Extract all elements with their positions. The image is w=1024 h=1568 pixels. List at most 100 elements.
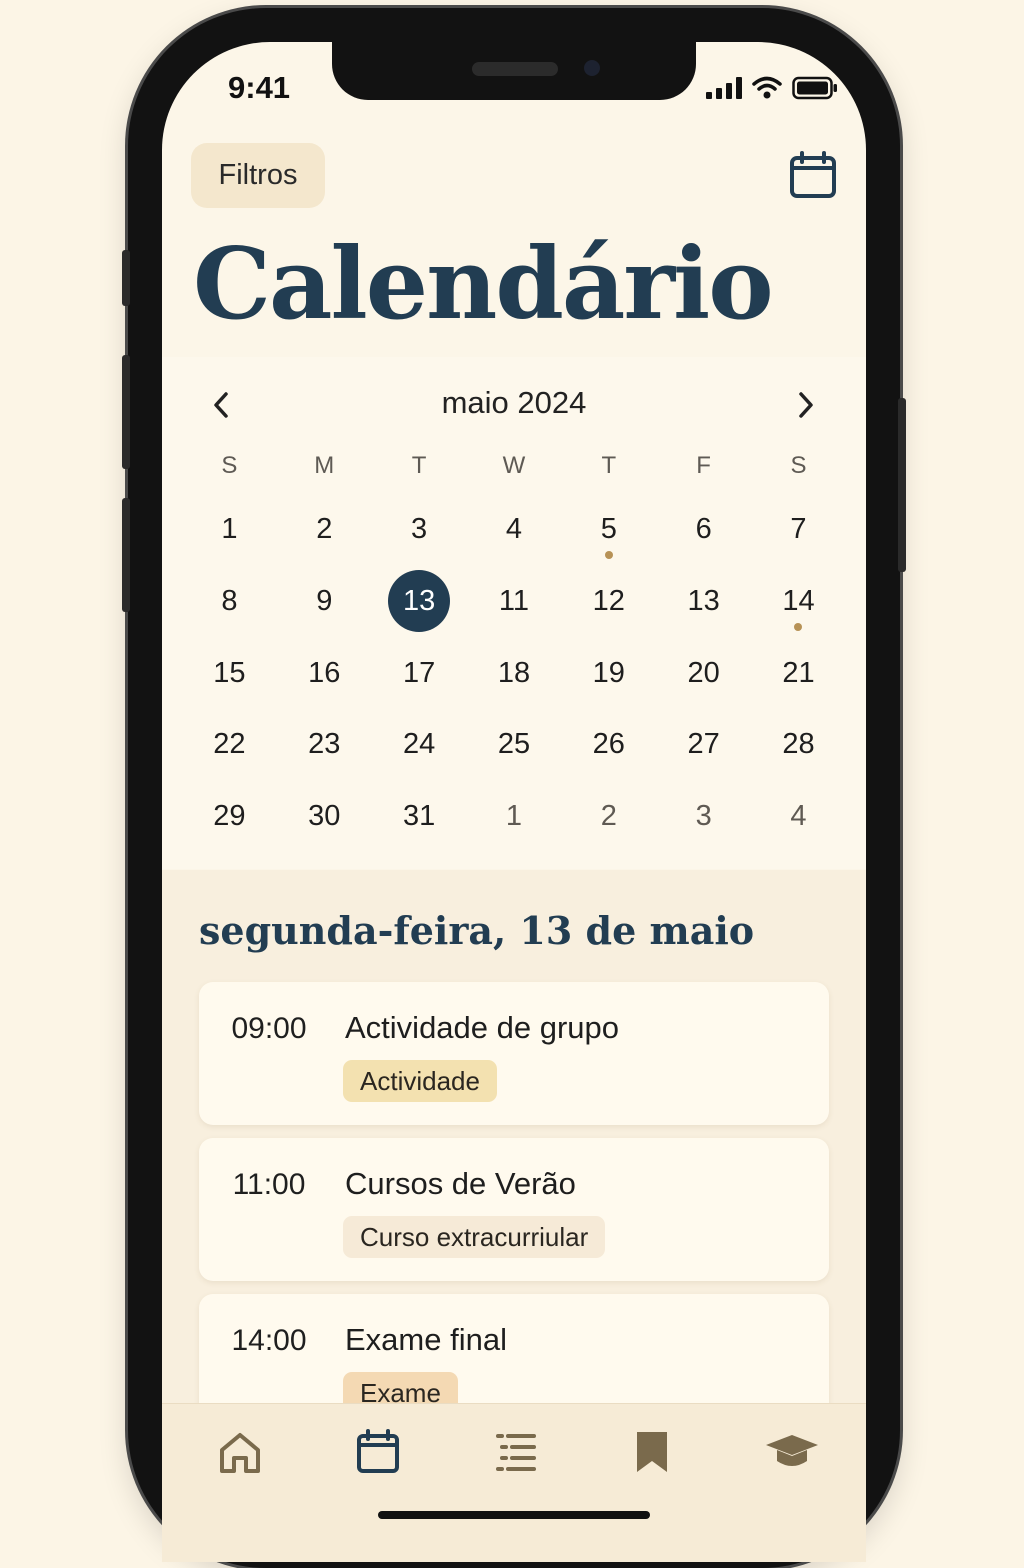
calendar-day[interactable]: 1 [467, 786, 562, 846]
event-tag: Curso extracurriular [343, 1216, 606, 1258]
tab-bookmarks[interactable] [628, 1429, 676, 1475]
event-card[interactable]: 09:00 Actividade de grupo Actividade [199, 982, 829, 1125]
filters-button[interactable]: Filtros [191, 143, 325, 208]
calendar-day[interactable]: 26 [561, 714, 656, 774]
calendar-day[interactable]: 5 [561, 499, 656, 559]
weekday-header: S M T W T F S [182, 452, 846, 480]
calendar-day[interactable]: 1 [182, 499, 277, 559]
event-time: 09:00 [231, 1012, 307, 1045]
calendar-week-row: 29 30 31 1 2 3 4 [182, 786, 846, 846]
selected-day-heading: segunda-feira, 13 de maio [199, 908, 755, 953]
calendar-day[interactable]: 2 [277, 499, 372, 559]
calendar-day[interactable]: 22 [182, 714, 277, 774]
day-number: 18 [497, 657, 531, 689]
event-time: 11:00 [232, 1168, 306, 1201]
event-title: Cursos de Verão [345, 1166, 576, 1201]
calendar-day[interactable]: 6 [656, 499, 751, 559]
chevron-right-icon[interactable] [786, 387, 826, 423]
calendar-day[interactable]: 28 [751, 714, 846, 774]
events-section: segunda-feira, 13 de maio 09:00 Activida… [162, 870, 866, 1437]
day-number: 26 [592, 728, 625, 760]
calendar-day[interactable]: 3 [656, 786, 751, 846]
calendar-day[interactable]: 9 [277, 571, 372, 631]
calendar-day[interactable]: 12 [561, 571, 656, 631]
calendar-day[interactable]: 16 [277, 643, 372, 703]
tab-bar [162, 1403, 866, 1562]
battery-icon [792, 76, 837, 100]
calendar-day[interactable]: 20 [656, 643, 751, 703]
calendar-day[interactable]: 11 [467, 571, 562, 631]
calendar-day[interactable]: 14 [751, 571, 846, 631]
day-number: 1 [221, 513, 238, 545]
calendar-day[interactable]: 4 [467, 499, 562, 559]
day-number: 28 [782, 728, 815, 760]
tab-calendar[interactable] [354, 1429, 402, 1475]
calendar-day-selected[interactable]: 13 [372, 570, 467, 632]
event-dot [794, 623, 803, 631]
day-number: 8 [221, 585, 238, 617]
calendar-day[interactable]: 15 [182, 643, 277, 703]
speaker [472, 62, 558, 76]
day-number: 2 [600, 800, 617, 832]
calendar-icon [357, 1429, 399, 1473]
status-time: 9:41 [228, 70, 291, 105]
day-number: 13 [388, 570, 451, 632]
tab-courses[interactable] [764, 1429, 820, 1475]
day-number: 16 [308, 657, 341, 689]
calendar-day[interactable]: 8 [182, 571, 277, 631]
calendar-day[interactable]: 3 [372, 499, 467, 559]
weekday-label: T [601, 452, 617, 479]
weekday-label: F [696, 452, 711, 479]
screen: 9:41 Filtros Calendário maio 2024 S M T … [162, 42, 866, 1562]
calendar-day[interactable]: 18 [467, 643, 562, 703]
calendar-day[interactable]: 31 [372, 786, 467, 846]
signal-icon [706, 77, 742, 99]
calendar-day[interactable]: 7 [751, 499, 846, 559]
calendar-day[interactable]: 17 [372, 643, 467, 703]
day-number: 7 [790, 513, 807, 545]
front-camera [584, 60, 600, 76]
day-number: 21 [782, 657, 815, 689]
day-number: 17 [402, 657, 436, 689]
calendar-day[interactable]: 21 [751, 643, 846, 703]
calendar-day[interactable]: 23 [277, 714, 372, 774]
power-button [898, 398, 906, 572]
event-tag: Actividade [343, 1060, 497, 1102]
month-navigation: maio 2024 [162, 385, 866, 425]
calendar-icon[interactable] [788, 150, 840, 202]
calendar-day[interactable]: 30 [277, 786, 372, 846]
mute-switch [122, 250, 130, 306]
day-number: 25 [497, 728, 531, 760]
day-number: 2 [316, 513, 333, 545]
event-card[interactable]: 11:00 Cursos de Verão Curso extracurriul… [199, 1138, 829, 1281]
event-time: 14:00 [231, 1324, 307, 1357]
home-icon [220, 1433, 260, 1473]
calendar-day[interactable]: 27 [656, 714, 751, 774]
tab-home[interactable] [216, 1429, 264, 1475]
list-icon [496, 1434, 536, 1471]
event-title: Exame final [345, 1322, 507, 1357]
weekday-label: T [411, 452, 427, 479]
calendar-week-row: 8 9 13 11 12 13 14 [182, 570, 846, 632]
day-number: 3 [695, 800, 712, 832]
calendar-day[interactable]: 19 [561, 643, 656, 703]
weekday-label: W [502, 452, 526, 479]
calendar-day[interactable]: 4 [751, 786, 846, 846]
calendar-day[interactable]: 2 [561, 786, 656, 846]
day-number: 14 [782, 585, 815, 617]
wifi-icon [752, 76, 782, 99]
calendar-day[interactable]: 13 [656, 571, 751, 631]
status-icons [706, 76, 838, 100]
day-number: 30 [308, 800, 341, 832]
month-calendar: maio 2024 S M T W T F S 1 2 3 4 5 6 7 8 9 13 11 12 1… [162, 357, 866, 869]
day-number: 13 [687, 585, 720, 617]
day-number: 3 [411, 513, 428, 545]
bookmark-icon [637, 1432, 667, 1472]
tab-list[interactable] [492, 1429, 540, 1475]
calendar-day[interactable]: 29 [182, 786, 277, 846]
volume-down-button [122, 498, 130, 612]
day-number: 5 [600, 513, 617, 545]
calendar-day[interactable]: 24 [372, 714, 467, 774]
page-title: Calendário [193, 227, 774, 342]
calendar-day[interactable]: 25 [467, 714, 562, 774]
